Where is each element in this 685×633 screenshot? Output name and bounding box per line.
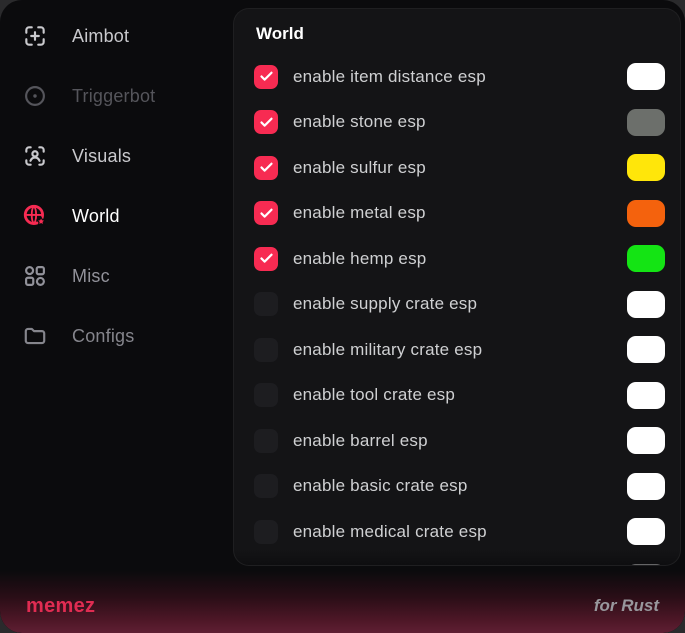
sidebar-item-label: Aimbot	[72, 26, 129, 47]
color-swatch[interactable]	[627, 382, 665, 409]
sidebar-item-visuals[interactable]: Visuals	[0, 126, 233, 186]
sidebar-item-aimbot[interactable]: Aimbot	[0, 6, 233, 66]
color-swatch[interactable]	[627, 200, 665, 227]
option-label: enable supply crate esp	[293, 294, 477, 314]
world-icon	[22, 203, 48, 229]
option-label: enable barrel esp	[293, 431, 428, 451]
checkbox-unchecked[interactable]	[254, 292, 278, 316]
option-label: enable basic crate esp	[293, 476, 468, 496]
sidebar-item-configs[interactable]: Configs	[0, 306, 233, 366]
sidebar-item-misc[interactable]: Misc	[0, 246, 233, 306]
color-swatch[interactable]	[627, 336, 665, 363]
option-row: enable metal esp	[254, 191, 680, 237]
color-swatch[interactable]	[627, 63, 665, 90]
option-row: enable supply crate esp	[254, 282, 680, 328]
color-swatch[interactable]	[627, 564, 665, 566]
option-label: enable medical crate esp	[293, 522, 487, 542]
world-panel: World enable item distance esp enable sto…	[233, 8, 681, 566]
checkbox-checked[interactable]	[254, 201, 278, 225]
configs-icon	[22, 323, 48, 349]
option-label: enable metal esp	[293, 203, 426, 223]
option-label: enable military crate esp	[293, 340, 482, 360]
checkbox-unchecked[interactable]	[254, 474, 278, 498]
visuals-icon	[22, 143, 48, 169]
option-row	[254, 555, 680, 567]
option-label: enable sulfur esp	[293, 158, 426, 178]
color-swatch[interactable]	[627, 473, 665, 500]
misc-icon	[22, 263, 48, 289]
option-list: enable item distance esp enable stone esp…	[254, 54, 680, 566]
sidebar-item-label: Configs	[72, 326, 134, 347]
option-label: enable stone esp	[293, 112, 426, 132]
checkbox-unchecked[interactable]	[254, 338, 278, 362]
option-row: enable hemp esp	[254, 236, 680, 282]
checkbox-checked[interactable]	[254, 156, 278, 180]
option-row: enable stone esp	[254, 100, 680, 146]
product-tagline: for Rust	[594, 596, 659, 616]
sidebar-item-triggerbot[interactable]: Triggerbot	[0, 66, 233, 126]
option-row: enable basic crate esp	[254, 464, 680, 510]
checkbox-checked[interactable]	[254, 65, 278, 89]
option-label: enable tool crate esp	[293, 385, 455, 405]
color-swatch[interactable]	[627, 291, 665, 318]
sidebar-item-label: Triggerbot	[72, 86, 155, 107]
option-label: enable item distance esp	[293, 67, 486, 87]
sidebar-item-world[interactable]: World	[0, 186, 233, 246]
sidebar-item-label: Misc	[72, 266, 110, 287]
color-swatch[interactable]	[627, 109, 665, 136]
color-swatch[interactable]	[627, 245, 665, 272]
option-row: enable tool crate esp	[254, 373, 680, 419]
color-swatch[interactable]	[627, 154, 665, 181]
option-row: enable sulfur esp	[254, 145, 680, 191]
option-row: enable barrel esp	[254, 418, 680, 464]
option-row: enable military crate esp	[254, 327, 680, 373]
footer-bar: memez for Rust	[0, 571, 685, 633]
color-swatch[interactable]	[627, 427, 665, 454]
checkbox-checked[interactable]	[254, 110, 278, 134]
option-row: enable medical crate esp	[254, 509, 680, 555]
triggerbot-icon	[22, 83, 48, 109]
sidebar-item-label: Visuals	[72, 146, 131, 167]
checkbox-unchecked[interactable]	[254, 520, 278, 544]
option-row: enable item distance esp	[254, 54, 680, 100]
page-title: World	[256, 24, 680, 44]
checkbox-unchecked[interactable]	[254, 429, 278, 453]
checkbox-checked[interactable]	[254, 247, 278, 271]
aimbot-icon	[22, 23, 48, 49]
sidebar-item-label: World	[72, 206, 120, 227]
color-swatch[interactable]	[627, 518, 665, 545]
sidebar: Aimbot Triggerbot Visuals World Misc Configs	[0, 6, 233, 566]
brand-logo: memez	[26, 595, 95, 618]
option-label: enable hemp esp	[293, 249, 426, 269]
cheat-menu-window: AimbotTriggerbotVisualsWorldMiscConfigs …	[0, 0, 685, 633]
checkbox-unchecked[interactable]	[254, 383, 278, 407]
checkbox-unchecked[interactable]	[254, 565, 278, 566]
